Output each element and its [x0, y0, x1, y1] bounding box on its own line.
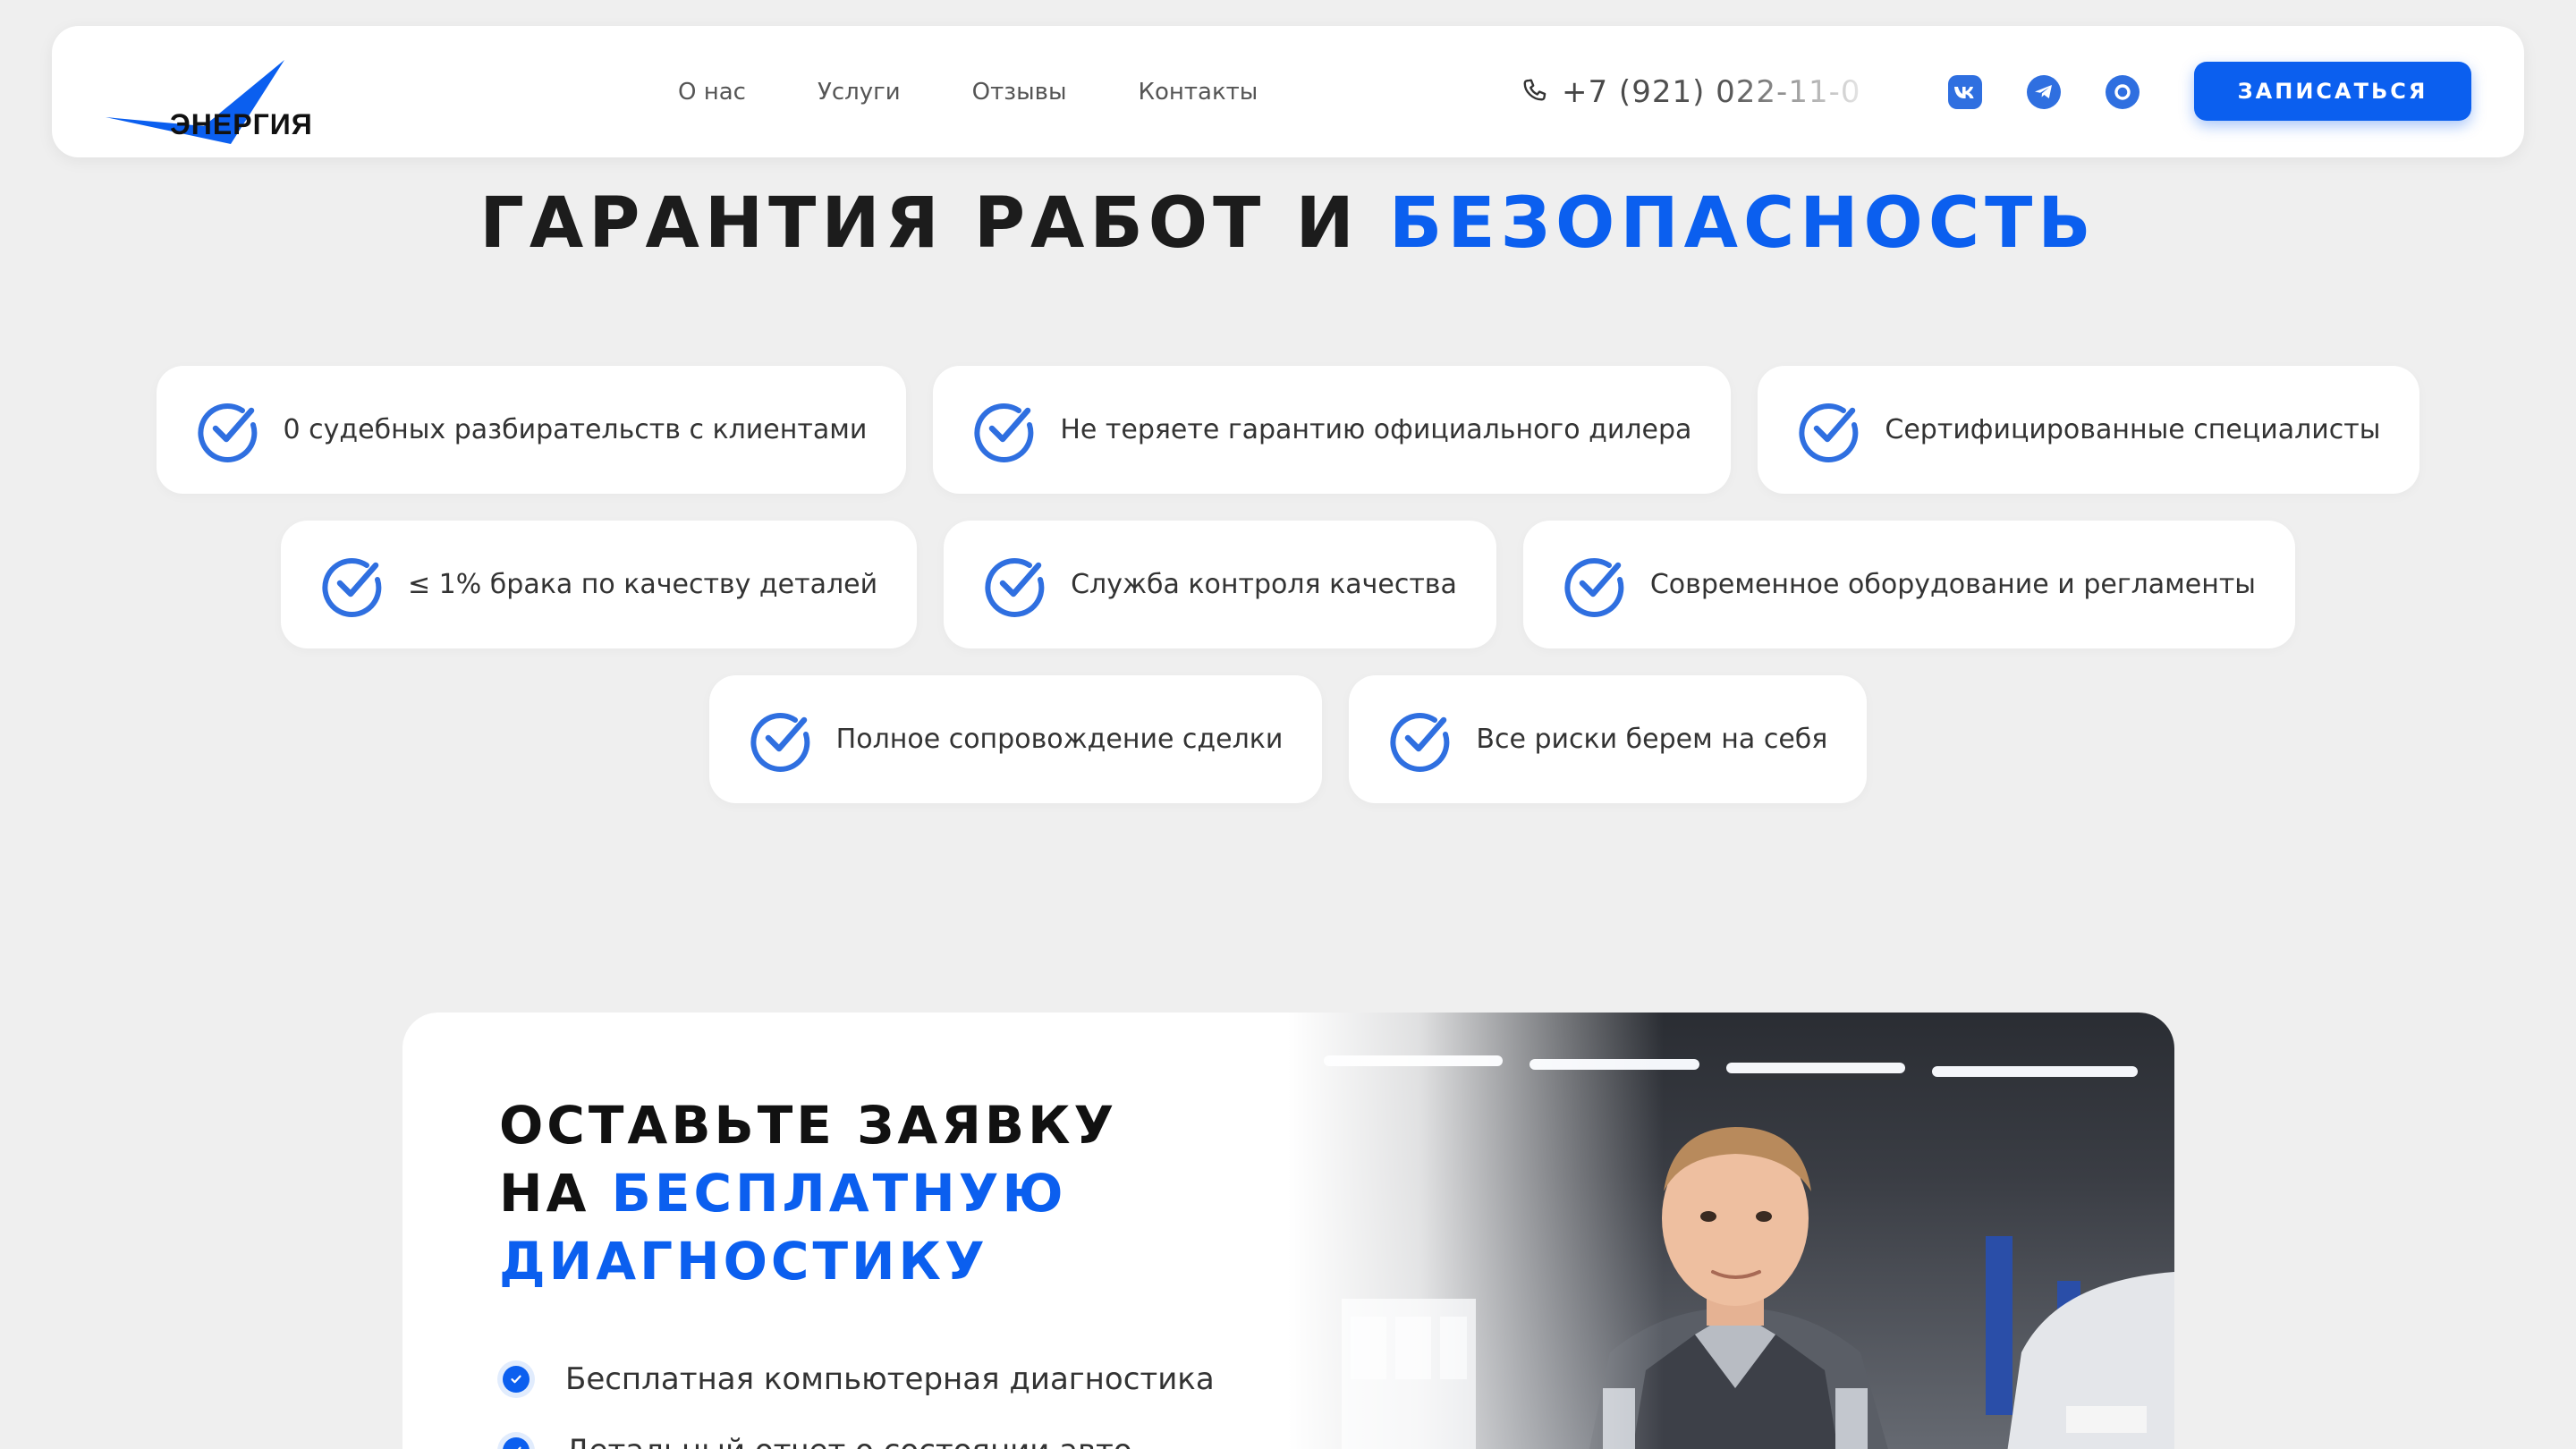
feature-row-2: ≤ 1% брака по качеству деталей Служба ко…: [0, 521, 2576, 648]
logo[interactable]: ЭНЕРГИЯ: [106, 58, 349, 144]
telegram-icon[interactable]: [2027, 74, 2061, 109]
feature-card: Не теряете гарантию официального дилера: [933, 366, 1732, 494]
check-circle-icon: [1564, 557, 1624, 617]
feature-text: ≤ 1% брака по качеству деталей: [408, 569, 878, 600]
feature-row-3: Полное сопровождение сделки Все риски бе…: [0, 675, 2576, 803]
feature-text: Все риски берем на себя: [1476, 724, 1828, 755]
logo-text: ЭНЕРГИЯ: [170, 108, 313, 140]
benefit-text: Детальный отчет о состоянии авто: [565, 1433, 1132, 1449]
social-links: [1948, 26, 2140, 157]
check-circle-icon: [1390, 712, 1450, 772]
feature-card: Сертифицированные специалисты: [1758, 366, 2420, 494]
check-circle-icon: [985, 557, 1045, 617]
check-circle-icon: [974, 402, 1034, 462]
feature-text: 0 судебных разбирательств с клиентами: [283, 414, 868, 445]
photo-fade-overlay: [1288, 1013, 1664, 1449]
feature-text: Не теряете гарантию официального дилера: [1060, 414, 1692, 445]
benefit-text: Бесплатная компьютерная диагностика: [565, 1361, 1215, 1397]
check-bullet-icon: [503, 1437, 530, 1449]
feature-card: Полное сопровождение сделки: [708, 675, 1323, 803]
check-circle-icon: [322, 557, 382, 617]
vk-icon[interactable]: [1948, 74, 1982, 109]
check-circle-icon: [1799, 402, 1859, 462]
check-circle-icon: [750, 712, 810, 772]
feature-card: 0 судебных разбирательств с клиентами: [156, 366, 907, 494]
nav-link-about[interactable]: О нас: [678, 79, 746, 106]
list-item: Детальный отчет о состоянии авто: [503, 1415, 1215, 1449]
list-item: Бесплатная компьютерная диагностика: [503, 1343, 1215, 1415]
nav-link-contacts[interactable]: Контакты: [1139, 79, 1258, 106]
main-nav: О нас Услуги Отзывы Контакты: [678, 26, 1329, 157]
feature-text: Служба контроля качества: [1071, 569, 1457, 600]
feature-row-1: 0 судебных разбирательств с клиентами Не…: [0, 366, 2576, 494]
request-title: ОСТАВЬТЕ ЗАЯВКУ НА БЕСПЛАТНУЮ ДИАГНОСТИК…: [499, 1091, 1117, 1295]
feature-card: Служба контроля качества: [944, 521, 1496, 648]
signup-button[interactable]: ЗАПИСАТЬСЯ: [2194, 62, 2471, 121]
feature-card: ≤ 1% брака по качеству деталей: [281, 521, 918, 648]
check-circle-icon: [197, 402, 257, 462]
mechanic-photo: [1288, 1013, 2174, 1449]
feature-text: Сертифицированные специалисты: [1885, 414, 2381, 445]
check-bullet-icon: [503, 1366, 530, 1393]
nav-link-reviews[interactable]: Отзывы: [972, 79, 1067, 106]
guarantee-title-accent: БЕЗОПАСНОСТЬ: [1388, 183, 2097, 264]
phone-icon: [1523, 78, 1546, 100]
feature-text: Полное сопровождение сделки: [835, 724, 1284, 755]
feature-text: Современное оборудование и регламенты: [1649, 569, 2256, 600]
guarantee-title-main: ГАРАНТИЯ РАБОТ И: [479, 183, 1389, 264]
feature-card: Все риски берем на себя: [1349, 675, 1868, 803]
request-title-line2-main: НА: [499, 1163, 612, 1224]
request-section: ОСТАВЬТЕ ЗАЯВКУ НА БЕСПЛАТНУЮ ДИАГНОСТИК…: [402, 1013, 2174, 1449]
benefits-list: Бесплатная компьютерная диагностика Дета…: [503, 1343, 1215, 1449]
nav-link-services[interactable]: Услуги: [818, 79, 901, 106]
request-title-line2-accent: БЕСПЛАТНУЮ: [611, 1163, 1067, 1224]
request-title-line3-accent: ДИАГНОСТИКУ: [499, 1231, 988, 1292]
max-messenger-icon[interactable]: [2106, 74, 2140, 109]
feature-card: Современное оборудование и регламенты: [1522, 521, 2295, 648]
site-header: ЭНЕРГИЯ О нас Услуги Отзывы Контакты +7 …: [52, 26, 2524, 157]
phone-link[interactable]: +7 (921) 022-11-0: [1519, 26, 1861, 157]
phone-number: +7 (921) 022-11-0: [1562, 73, 1861, 110]
request-title-line1: ОСТАВЬТЕ ЗАЯВКУ: [499, 1095, 1118, 1156]
guarantee-title: ГАРАНТИЯ РАБОТ И БЕЗОПАСНОСТЬ: [0, 183, 2576, 264]
